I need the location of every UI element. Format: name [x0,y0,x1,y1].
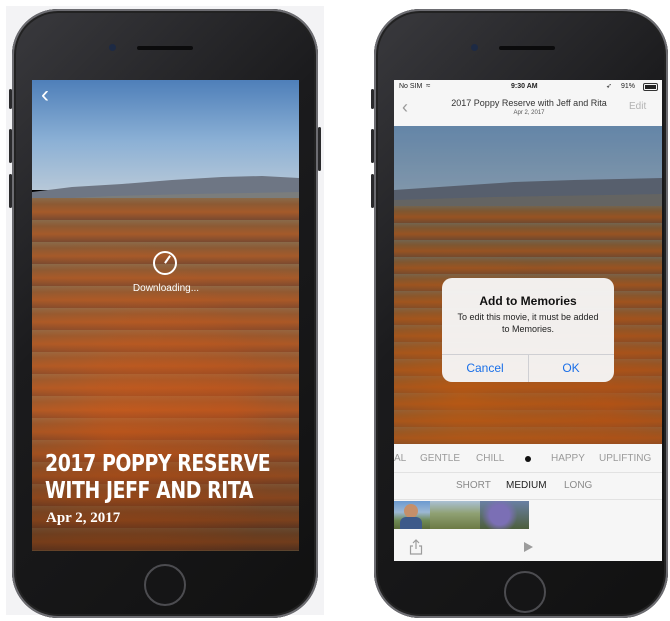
status-carrier: No SIM [399,83,423,90]
download-status-text: Downloading... [132,283,200,294]
phone1-camera [109,44,116,51]
length-selector: SHORT MEDIUM LONG [394,473,662,499]
phone2-volume-down [371,129,374,163]
filmstrip[interactable] [394,501,529,529]
location-icon: ➶ [606,83,612,90]
filmstrip-frame [430,501,480,529]
phone2-volume-up [371,89,374,109]
movie-date: Apr 2, 2017 [46,510,121,526]
length-option-short[interactable]: SHORT [456,480,491,491]
mood-selected-indicator[interactable] [525,456,531,462]
phone1-volume-up [9,89,12,109]
movie-title: 2017 POPPY RESERVE WITH JEFF AND RITA [45,451,271,504]
person-thumbnail-body [400,517,422,529]
mood-option-uplifting[interactable]: UPLIFTING [599,453,651,464]
phone1-power-button [318,127,321,171]
length-option-medium[interactable]: MEDIUM [506,480,547,491]
nav-title: 2017 Poppy Reserve with Jeff and Rita [451,98,607,108]
person-thumbnail [404,504,418,518]
play-icon[interactable] [524,542,533,552]
download-progress-icon [153,251,177,275]
phone1-speaker [137,46,193,50]
ok-button[interactable]: OK [528,361,614,375]
back-button[interactable]: ‹ [41,83,49,107]
phone1-screen: ‹ Downloading... 2017 POPPY RESERVE WITH… [32,80,299,551]
phone2-camera [471,44,478,51]
cancel-button[interactable]: Cancel [442,361,528,375]
phone1-volume-down [9,129,12,163]
status-battery: 91% [621,83,636,90]
phone1-volume-down2 [9,174,12,208]
dialog-message: To edit this movie, it must be added to … [457,312,599,334]
phone2-volume-down2 [371,174,374,208]
dialog-title: Add to Memories [479,294,577,308]
wifi-icon: ≈ [426,81,431,90]
phone2-speaker [499,46,555,50]
nav-subtitle: Apr 2, 2017 [513,110,545,116]
mood-option[interactable]: AL [394,453,406,464]
filmstrip-frame [480,501,529,529]
back-button[interactable]: ‹ [402,98,408,116]
edit-button[interactable]: Edit [629,101,646,112]
add-to-memories-dialog: Add to Memories To edit this movie, it m… [442,278,614,382]
length-option-long[interactable]: LONG [564,480,592,491]
phone2-frame: No SIM ≈ 9:30 AM ➶ 91% ‹ 2017 Poppy Rese… [371,9,668,618]
phone1-home-button[interactable] [144,564,186,606]
phone2-home-button[interactable] [504,571,546,613]
mood-option-happy[interactable]: HAPPY [551,453,585,464]
battery-icon [643,83,658,91]
phone1-frame: ‹ Downloading... 2017 POPPY RESERVE WITH… [9,9,321,618]
status-time: 9:30 AM [511,83,538,90]
mood-option-chill[interactable]: CHILL [476,453,504,464]
phone2-screen: No SIM ≈ 9:30 AM ➶ 91% ‹ 2017 Poppy Rese… [394,80,662,561]
mood-option-gentle[interactable]: GENTLE [420,453,460,464]
controls-separator-2 [394,499,662,500]
mood-selector: AL GENTLE CHILL HAPPY UPLIFTING [394,444,662,472]
share-icon[interactable] [409,539,423,555]
